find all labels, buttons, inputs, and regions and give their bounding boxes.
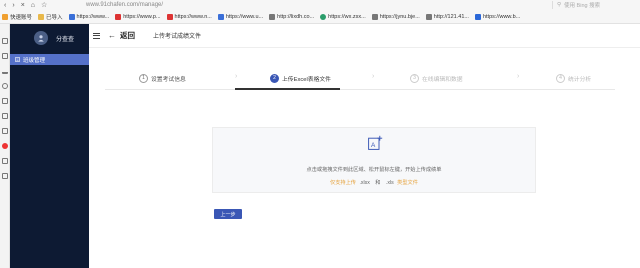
search-icon: ⚲ (557, 2, 562, 8)
bookmark-favicon-icon (2, 13, 8, 20)
search-placeholder: 使用 Bing 搜索 (564, 3, 601, 9)
add-panel-icon[interactable] (1, 173, 8, 179)
bookmark-favicon-icon (474, 13, 481, 20)
avatar[interactable] (34, 31, 48, 45)
bookmark-favicon-icon (425, 13, 432, 20)
bookmark-item[interactable]: https://wx.zsx... (320, 13, 366, 20)
upload-dropzone[interactable]: A 点击或拖拽文件到此区域、松开鼠标左键，开始上传成绩单 仅支持上传 .xlsx… (212, 127, 536, 193)
step-2-label: 上传Excel表格文件 (282, 76, 331, 83)
browser-side-toolbar (0, 24, 10, 268)
close-tab-icon[interactable]: × (21, 2, 25, 9)
step-2-number: 2 (270, 73, 279, 83)
forward-nav-icon[interactable]: › (12, 2, 14, 9)
menu-toggle-icon[interactable] (93, 32, 100, 39)
browser-nav-buttons: ‹ › × ⌂ ☆ (0, 1, 86, 10)
upload-file-icon: A (368, 135, 383, 150)
previous-step-button[interactable]: 上一步 (214, 209, 242, 219)
ext-xls: .xls (385, 180, 394, 186)
user-icon (38, 35, 44, 42)
step-arrow-icon: › (235, 73, 238, 80)
favorites-icon[interactable] (1, 38, 8, 44)
step-4-label: 统计分析 (568, 76, 592, 83)
step-1: 1 设置考试信息 (139, 66, 186, 90)
bookmark-favicon-icon (115, 13, 122, 20)
bookmark-favicon-icon (38, 13, 45, 20)
sidebar-item-class-management[interactable]: 班级管理 (10, 54, 89, 65)
sidebar-item-label: 班级管理 (23, 57, 46, 64)
step-3: 3 在线编辑和数据 (410, 66, 463, 90)
or-text: 和 (375, 180, 381, 186)
reading-list-icon[interactable] (1, 53, 8, 59)
bookmark-favicon-icon (269, 13, 276, 20)
bookmark-favicon-icon (371, 13, 378, 20)
step-indicator: 1 设置考试信息 › 2 上传Excel表格文件 › 3 在线编辑和数据 › 4… (105, 66, 615, 90)
bookmark-favicon-icon (68, 13, 75, 20)
bookmark-item[interactable]: https://www.b... (474, 13, 520, 20)
weibo-icon[interactable] (1, 143, 8, 149)
translate-icon[interactable] (1, 158, 8, 164)
upload-hint: 点击或拖拽文件到此区域、松开鼠标左键，开始上传成绩单 (306, 167, 442, 173)
step-2: 2 上传Excel表格文件 (270, 66, 331, 90)
bookmark-star-icon[interactable]: ☆ (41, 1, 47, 9)
active-step-underline (235, 88, 340, 90)
step-arrow-icon: › (517, 73, 520, 80)
page-header: ← 返回 上传考试成绩文件 (89, 24, 640, 48)
user-name: 分查查 (56, 36, 75, 43)
notes-icon[interactable] (1, 98, 8, 104)
step-4-number: 4 (556, 73, 565, 83)
back-button[interactable]: 返回 (120, 30, 135, 41)
bookmark-item[interactable]: 快速账号 (2, 13, 32, 21)
history-icon[interactable] (1, 83, 8, 89)
bookmark-item[interactable]: https://www.u... (217, 13, 263, 20)
url-field[interactable]: www.91chafen.com/manage/ (86, 2, 552, 8)
ext-xlsx: .xlsx (359, 180, 370, 186)
app-sidebar: 分查查 班级管理 (10, 24, 89, 268)
bookmark-favicon-icon (166, 13, 173, 20)
bookmark-item[interactable]: http://lixdh.co... (269, 13, 314, 20)
bookmark-item[interactable]: https://www.p... (115, 13, 161, 20)
bookmark-item[interactable]: https://www.n... (166, 13, 212, 20)
calendar-icon[interactable] (1, 113, 8, 119)
back-arrow-icon[interactable]: ← (108, 31, 116, 40)
page-title: 上传考试成绩文件 (153, 34, 202, 40)
support-prefix: 仅支持上传 (330, 180, 356, 186)
back-nav-icon[interactable]: ‹ (4, 2, 6, 9)
bookmark-favicon-icon (217, 13, 224, 20)
step-1-label: 设置考试信息 (151, 76, 186, 83)
bookmark-item[interactable]: 已导入 (38, 13, 63, 21)
step-arrow-icon: › (372, 73, 375, 80)
home-icon[interactable]: ⌂ (31, 2, 35, 9)
step-3-number: 3 (410, 73, 419, 83)
class-icon (15, 57, 20, 62)
extension-icon[interactable] (1, 128, 8, 134)
support-suffix: 类型文件 (397, 180, 418, 186)
download-icon[interactable] (1, 68, 8, 74)
step-1-number: 1 (139, 73, 148, 83)
upload-format-note: 仅支持上传 .xlsx 和 .xls 类型文件 (213, 179, 535, 186)
bookmark-item[interactable]: https://jynu.bje... (371, 13, 420, 20)
user-profile: 分查查 (10, 24, 89, 52)
bookmark-item[interactable]: http://121.41... (425, 13, 469, 20)
step-3-label: 在线编辑和数据 (422, 76, 463, 83)
browser-search-field[interactable]: ⚲ 使用 Bing 搜索 (552, 1, 636, 9)
bookmark-bar: 快速账号 已导入 https://www... https://www.p...… (0, 10, 640, 24)
browser-address-bar: ‹ › × ⌂ ☆ www.91chafen.com/manage/ ⚲ 使用 … (0, 0, 640, 10)
svg-text:A: A (371, 142, 376, 149)
bookmark-favicon-icon (320, 13, 327, 20)
step-4: 4 统计分析 (556, 66, 591, 90)
bookmark-item[interactable]: https://www... (68, 13, 109, 20)
